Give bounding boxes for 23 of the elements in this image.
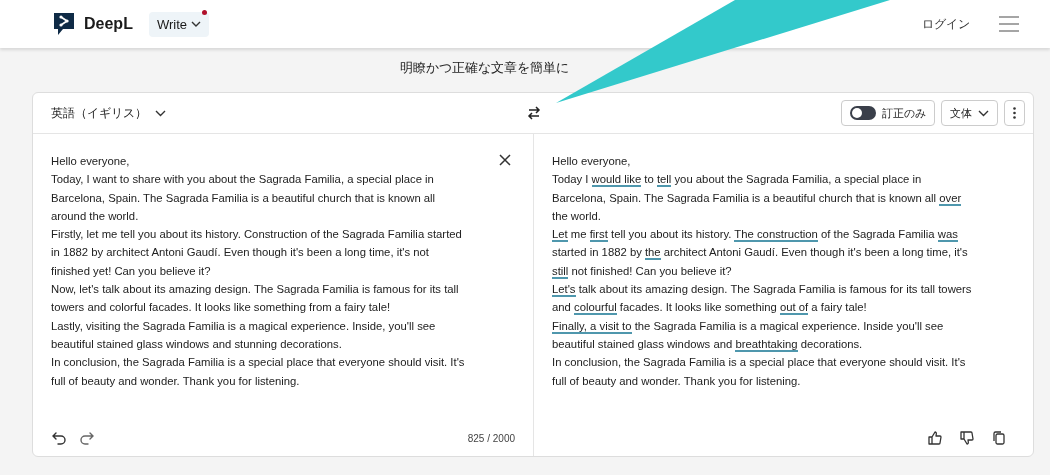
undo-icon[interactable]	[51, 430, 67, 446]
write-menu-button[interactable]: Write	[148, 11, 209, 37]
more-options-button[interactable]	[1004, 100, 1025, 126]
copy-icon[interactable]	[991, 430, 1007, 446]
logo-icon	[52, 11, 76, 37]
language-dropdown[interactable]: 英語（イギリス）	[51, 104, 166, 122]
thumbs-down-icon[interactable]	[959, 430, 975, 446]
style-dropdown[interactable]: 文体	[941, 100, 998, 126]
source-text[interactable]: Hello everyone, Today, I want to share with you about the Sagrada Familia, a special place in Barcelona, Spain. The Sagrada Familia is a beautiful church that is known all around the world. Firstly, let me tell you about its history. Construction of the Sagrada Familia started in 1882 by architect Antoni Gaudí. Even though it's been a long time, it's not finished yet! Can you believe it? Now, let's talk about its amazing design. The Sagrada Familia is famous for its tall towers and colorful facades. It looks like something from a fairy tale! Lastly, visiting the Sagrada Familia is a magical experience. Inside, you'll see beautiful stained glass windows and stunning decorations. In conclusion, the Sagrada Familia is a special place that everyone should visit. It's full of beauty and wonder. Thank you for listening.	[51, 152, 467, 430]
corrected-text: Hello everyone, Today I would like to tell you about the Sagrada Familia, a special place in Barcelona, Spain. The Sagrada Familia is a beautiful church that is known all over the world. Let me first tell you about its history. The construction of the Sagrada Familia was started in 1882 by the architect Antoni Gaudí. Even though it's been a long time, it's still not finished! Can you believe it? Let's talk about its amazing design. The Sagrada Familia is famous for its tall towers and colourful facades. It looks like something out of a fairy tale! Finally, a visit to the Sagrada Familia is a magical experience. Inside you'll see beautiful stained glass windows and breathtaking decorations. In conclusion, the Sagrada Familia is a special place that everyone should visit. It's full of beauty and wonder. Thank you for listening.	[552, 154, 972, 389]
character-count: 825 / 2000	[467, 432, 515, 444]
chevron-down-icon	[978, 109, 989, 117]
thumbs-up-icon[interactable]	[927, 430, 943, 446]
redo-icon[interactable]	[79, 430, 95, 446]
chevron-down-icon	[191, 21, 201, 27]
more-icon	[1013, 107, 1016, 119]
correction-only-toggle[interactable]: 訂正のみ	[841, 100, 935, 126]
subtitle: 明瞭かつ正確な文章を簡単に	[400, 59, 569, 77]
login-link[interactable]: ログイン	[916, 14, 976, 34]
chevron-down-icon	[155, 109, 166, 117]
brand-name: DeepL	[84, 15, 133, 33]
swap-icon[interactable]	[526, 105, 542, 121]
close-icon[interactable]	[499, 154, 511, 166]
